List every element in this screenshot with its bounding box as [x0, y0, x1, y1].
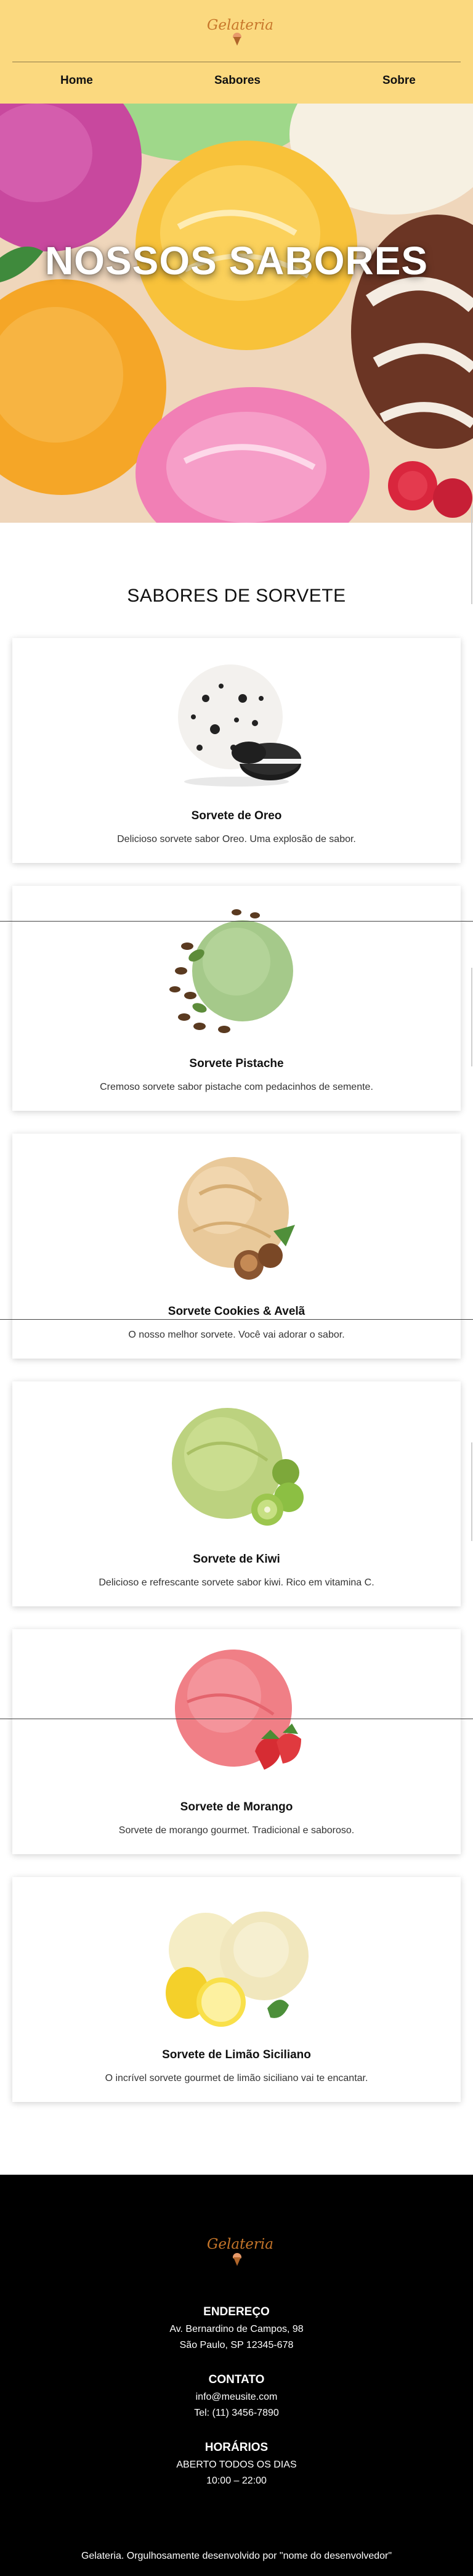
hazelnut-ice-cream-image	[178, 1157, 295, 1280]
logo-text: Gelateria	[207, 2236, 273, 2252]
strawberry-ice-cream-image	[175, 1650, 301, 1770]
hero-banner: NOSSOS SABORES	[0, 104, 473, 523]
flavor-name: Sorvete de Oreo	[191, 809, 282, 822]
flavor-card-cookies-avela[interactable]: Sorvete Cookies & Avelã O nosso melhor s…	[12, 1134, 461, 1359]
flavor-card-pistache[interactable]: Sorvete Pistache Cremoso sorvete sabor p…	[12, 886, 461, 1111]
scroll-indicator	[471, 505, 472, 604]
contact-phone: Tel: (11) 3456-7890	[194, 2408, 279, 2418]
pistachio-ice-cream-image	[169, 909, 293, 1033]
flavor-description: Sorvete de morango gourmet. Tradicional …	[118, 1825, 355, 1836]
nav-home[interactable]: Home	[60, 74, 93, 88]
hero-ice-cream-image	[0, 104, 473, 523]
cone-icon	[233, 2257, 241, 2266]
oreo-ice-cream-image	[178, 664, 301, 787]
flavor-card-kiwi[interactable]: Sorvete de Kiwi Delicioso e refrescante …	[12, 1381, 461, 1606]
nav-sobre[interactable]: Sobre	[382, 74, 416, 88]
kiwi-ice-cream-image	[172, 1408, 304, 1526]
contact-title: CONTATO	[208, 2373, 265, 2386]
flavor-card-limao-siciliano[interactable]: Sorvete de Limão Siciliano O incrível so…	[12, 1877, 461, 2102]
section-title: SABORES DE SORVETE	[127, 586, 346, 606]
nav-sabores[interactable]: Sabores	[214, 74, 261, 88]
hours-line-1: ABERTO TODOS OS DIAS	[176, 2459, 297, 2470]
flavor-description: Delicioso e refrescante sorvete sabor ki…	[99, 1577, 374, 1588]
scroll-indicator	[471, 1442, 472, 1541]
hero-title: NOSSOS SABORES	[44, 239, 429, 283]
address-line-2: São Paulo, SP 12345-678	[179, 2340, 294, 2350]
flavor-name: Sorvete de Morango	[180, 1801, 293, 1813]
flavor-card-morango[interactable]: Sorvete de Morango Sorvete de morango go…	[12, 1629, 461, 1854]
contact-email[interactable]: info@meusite.com	[0, 2392, 473, 2403]
flavor-description: O incrível sorvete gourmet de limão sici…	[105, 2073, 368, 2083]
flavor-description: Cremoso sorvete sabor pistache com pedac…	[100, 1082, 373, 1092]
address-title: ENDEREÇO	[203, 2305, 270, 2318]
flavor-description: O nosso melhor sorvete. Você vai adorar …	[128, 1330, 345, 1340]
site-header: Gelateria Home Sabores Sobre	[0, 0, 473, 104]
flavor-name: Sorvete de Kiwi	[193, 1553, 280, 1566]
flavor-name: Sorvete de Limão Siciliano	[162, 2048, 311, 2061]
logo-text: Gelateria	[207, 17, 273, 33]
header-logo[interactable]: Gelateria	[207, 11, 273, 51]
hours-title: HORÁRIOS	[204, 2441, 269, 2454]
flavor-card-oreo[interactable]: Sorvete de Oreo Delicioso sorvete sabor …	[12, 638, 461, 863]
address-line-1: Av. Bernardino de Campos, 98	[169, 2324, 304, 2334]
guide-line	[0, 921, 473, 922]
hours-line-2: 10:00 – 22:00	[206, 2476, 267, 2486]
lemon-ice-cream-image	[166, 1912, 309, 2027]
scroll-indicator	[471, 968, 472, 1066]
guide-line	[0, 1319, 473, 1320]
site-footer: Gelateria ENDEREÇO Av. Bernardino de Cam…	[0, 2175, 473, 2576]
cone-icon	[233, 37, 241, 46]
flavor-description: Delicioso sorvete sabor Oreo. Uma explos…	[117, 834, 356, 844]
flavor-name: Sorvete Pistache	[189, 1057, 284, 1070]
flavor-name: Sorvete Cookies & Avelã	[168, 1305, 305, 1318]
footer-logo[interactable]: Gelateria	[207, 2231, 273, 2275]
footer-copyright: Gelateria. Orgulhosamente desenvolvido p…	[81, 2551, 392, 2561]
